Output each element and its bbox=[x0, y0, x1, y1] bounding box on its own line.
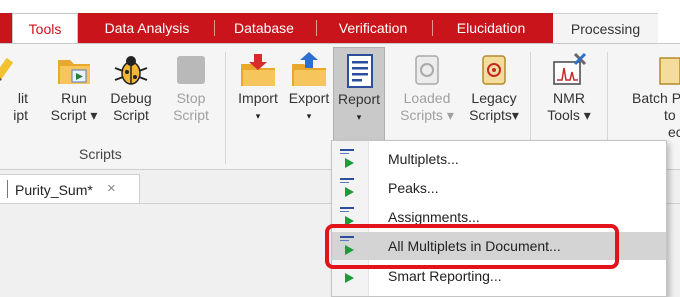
scripts-group-label: Scripts bbox=[79, 146, 122, 162]
tab-separator bbox=[316, 20, 317, 36]
tab-tools[interactable]: Tools bbox=[12, 13, 78, 44]
tab-data-analysis[interactable]: Data Analysis bbox=[88, 13, 206, 43]
close-icon[interactable]: × bbox=[107, 180, 116, 197]
batch-label-3: ec bbox=[668, 124, 680, 140]
group-separator bbox=[225, 52, 226, 164]
import-label: Import bbox=[238, 90, 278, 106]
folder-import-icon bbox=[241, 54, 275, 86]
peaks-report-icon bbox=[340, 176, 362, 200]
stop-script-label-2: Script bbox=[173, 107, 209, 123]
debug-script-label-1: Debug bbox=[110, 90, 152, 106]
import-dropdown-arrow-icon[interactable]: ▾ bbox=[233, 111, 283, 121]
pencil-icon bbox=[0, 57, 14, 83]
ribbon-tab-bar: Tools Data Analysis Database Verificatio… bbox=[0, 0, 680, 44]
menu-item-label: Smart Reporting... bbox=[388, 268, 502, 284]
report-dropdown-menu: Multiplets... Peaks... Assignments... Al… bbox=[331, 140, 667, 297]
report-label: Report bbox=[337, 91, 381, 107]
report-document-icon bbox=[347, 54, 373, 88]
nmr-tools-button[interactable]: NMR Tools ▾ bbox=[541, 50, 597, 124]
loaded-scripts-label-2: Scripts ▾ bbox=[400, 107, 454, 123]
run-script-button[interactable]: Run Script ▾ bbox=[49, 50, 99, 124]
export-dropdown-arrow-icon[interactable]: ▾ bbox=[284, 111, 334, 121]
export-label: Export bbox=[288, 90, 330, 106]
nmr-tools-label-2: Tools ▾ bbox=[547, 107, 591, 123]
tab-separator bbox=[432, 20, 433, 36]
stop-script-label-1: Stop bbox=[176, 90, 206, 106]
tab-database[interactable]: Database bbox=[222, 13, 306, 43]
edit-script-button[interactable]: lit ipt bbox=[0, 50, 30, 124]
scroll-icon bbox=[415, 55, 439, 85]
document-tab[interactable]: Purity_Sum* × bbox=[0, 174, 140, 204]
scroll-icon bbox=[482, 55, 506, 85]
import-button[interactable]: Import ▾ bbox=[233, 50, 283, 121]
highlight-annotation-box bbox=[325, 224, 619, 269]
tab-processing[interactable]: Processing bbox=[553, 13, 658, 43]
stop-script-button[interactable]: Stop Script bbox=[166, 50, 216, 124]
tab-verification[interactable]: Verification bbox=[326, 13, 420, 43]
export-button[interactable]: Export ▾ bbox=[284, 50, 334, 121]
batch-label-2: to bbox=[664, 107, 676, 123]
document-tab-name: Purity_Sum* bbox=[15, 182, 93, 198]
legacy-scripts-button[interactable]: Legacy Scripts▾ bbox=[466, 50, 522, 124]
menu-item-label: Peaks... bbox=[388, 180, 439, 196]
multiplets-report-icon bbox=[340, 147, 362, 171]
run-script-label-2: Script ▾ bbox=[50, 107, 98, 123]
legacy-scripts-label-1: Legacy bbox=[471, 90, 517, 106]
menu-item-peaks[interactable]: Peaks... bbox=[332, 174, 666, 202]
debug-script-label-2: Script bbox=[113, 107, 149, 123]
menu-item-label: Multiplets... bbox=[388, 151, 459, 167]
tab-elucidation[interactable]: Elucidation bbox=[440, 13, 542, 43]
batch-label-1: Batch P bbox=[632, 90, 680, 106]
folder-export-icon bbox=[292, 52, 326, 86]
batch-icon bbox=[659, 57, 680, 85]
tab-separator bbox=[214, 20, 215, 36]
edit-script-label-1: lit bbox=[17, 90, 28, 106]
run-script-label-1: Run bbox=[61, 90, 87, 106]
nmr-tools-icon bbox=[553, 52, 587, 85]
loaded-scripts-button[interactable]: Loaded Scripts ▾ bbox=[399, 50, 455, 124]
batch-button[interactable]: Batch P to ec bbox=[632, 50, 680, 150]
report-button[interactable]: Report ▾ bbox=[333, 47, 385, 144]
folder-script-icon bbox=[58, 60, 90, 84]
nmr-tools-label-1: NMR bbox=[553, 90, 585, 106]
loaded-scripts-label-1: Loaded bbox=[403, 90, 451, 106]
report-dropdown-arrow-icon[interactable]: ▾ bbox=[334, 112, 384, 122]
stop-icon bbox=[177, 56, 205, 84]
menu-item-label: Assignments... bbox=[388, 209, 480, 225]
bug-icon bbox=[114, 56, 148, 85]
menu-item-multiplets[interactable]: Multiplets... bbox=[332, 145, 666, 173]
edit-script-label-2: ipt bbox=[13, 107, 28, 123]
debug-script-button[interactable]: Debug Script bbox=[106, 50, 156, 124]
tab-divider bbox=[7, 180, 8, 198]
legacy-scripts-label-2: Scripts▾ bbox=[469, 107, 519, 123]
